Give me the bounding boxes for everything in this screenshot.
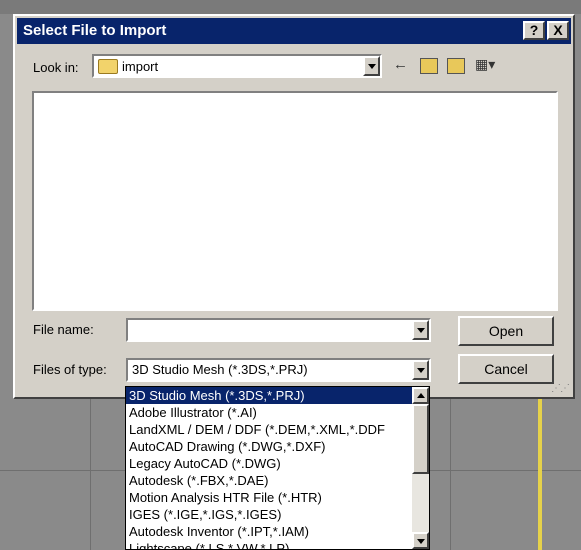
files-of-type-combo[interactable]: 3D Studio Mesh (*.3DS,*.PRJ): [126, 358, 431, 382]
back-icon[interactable]: ←: [393, 56, 408, 73]
dropdown-option[interactable]: Autodesk Inventor (*.IPT,*.IAM): [126, 523, 429, 540]
dropdown-option[interactable]: AutoCAD Drawing (*.DWG,*.DXF): [126, 438, 429, 455]
dropdown-option[interactable]: LandXML / DEM / DDF (*.DEM,*.XML,*.DDF: [126, 421, 429, 438]
import-dialog: Select File to Import ? X Look in: impor…: [13, 14, 575, 399]
open-button[interactable]: Open: [458, 316, 554, 346]
background-top-band: [0, 0, 581, 14]
look-in-value: import: [122, 59, 159, 74]
grid-line: [90, 399, 91, 550]
file-list[interactable]: [32, 91, 558, 311]
file-name-input[interactable]: [126, 318, 431, 342]
new-folder-icon[interactable]: [447, 58, 465, 74]
scroll-thumb[interactable]: [412, 404, 429, 474]
look-in-dropdown-button[interactable]: [363, 56, 380, 76]
dropdown-scrollbar[interactable]: [412, 387, 429, 549]
dropdown-option[interactable]: Adobe Illustrator (*.AI): [126, 404, 429, 421]
dropdown-option[interactable]: Motion Analysis HTR File (*.HTR): [126, 489, 429, 506]
view-menu-icon[interactable]: ▦▾: [475, 56, 495, 73]
window-title: Select File to Import: [23, 22, 167, 39]
file-name-dropdown-button[interactable]: [412, 320, 429, 340]
dropdown-option[interactable]: Lightscape (*.LS,*.VW,*.LP): [126, 540, 429, 549]
look-in-combo[interactable]: import: [92, 54, 382, 78]
cancel-button[interactable]: Cancel: [458, 354, 554, 384]
dropdown-option[interactable]: Legacy AutoCAD (*.DWG): [126, 455, 429, 472]
folder-icon: [98, 59, 118, 74]
files-of-type-label: Files of type:: [33, 362, 107, 377]
dropdown-option[interactable]: IGES (*.IGE,*.IGS,*.IGES): [126, 506, 429, 523]
look-in-label: Look in:: [33, 60, 79, 75]
resize-grip-icon[interactable]: ⋰⋰: [551, 383, 570, 394]
dropdown-option[interactable]: Autodesk (*.FBX,*.DAE): [126, 472, 429, 489]
scroll-up-button[interactable]: [412, 387, 429, 404]
up-folder-icon[interactable]: [420, 58, 438, 74]
dropdown-option[interactable]: 3D Studio Mesh (*.3DS,*.PRJ): [126, 387, 429, 404]
arrow-down-icon: [417, 539, 425, 544]
arrow-up-icon: [417, 393, 425, 398]
viewport-border: [538, 399, 542, 550]
close-button[interactable]: X: [547, 21, 569, 40]
scroll-down-button[interactable]: [412, 532, 429, 549]
help-button[interactable]: ?: [523, 21, 545, 40]
grid-line: [450, 399, 451, 550]
file-type-dropdown-list[interactable]: 3D Studio Mesh (*.3DS,*.PRJ) Adobe Illus…: [125, 386, 430, 550]
file-name-label: File name:: [33, 322, 94, 337]
files-of-type-value: 3D Studio Mesh (*.3DS,*.PRJ): [132, 362, 308, 377]
title-bar[interactable]: Select File to Import ? X: [17, 18, 571, 44]
files-of-type-dropdown-button[interactable]: [412, 360, 429, 380]
